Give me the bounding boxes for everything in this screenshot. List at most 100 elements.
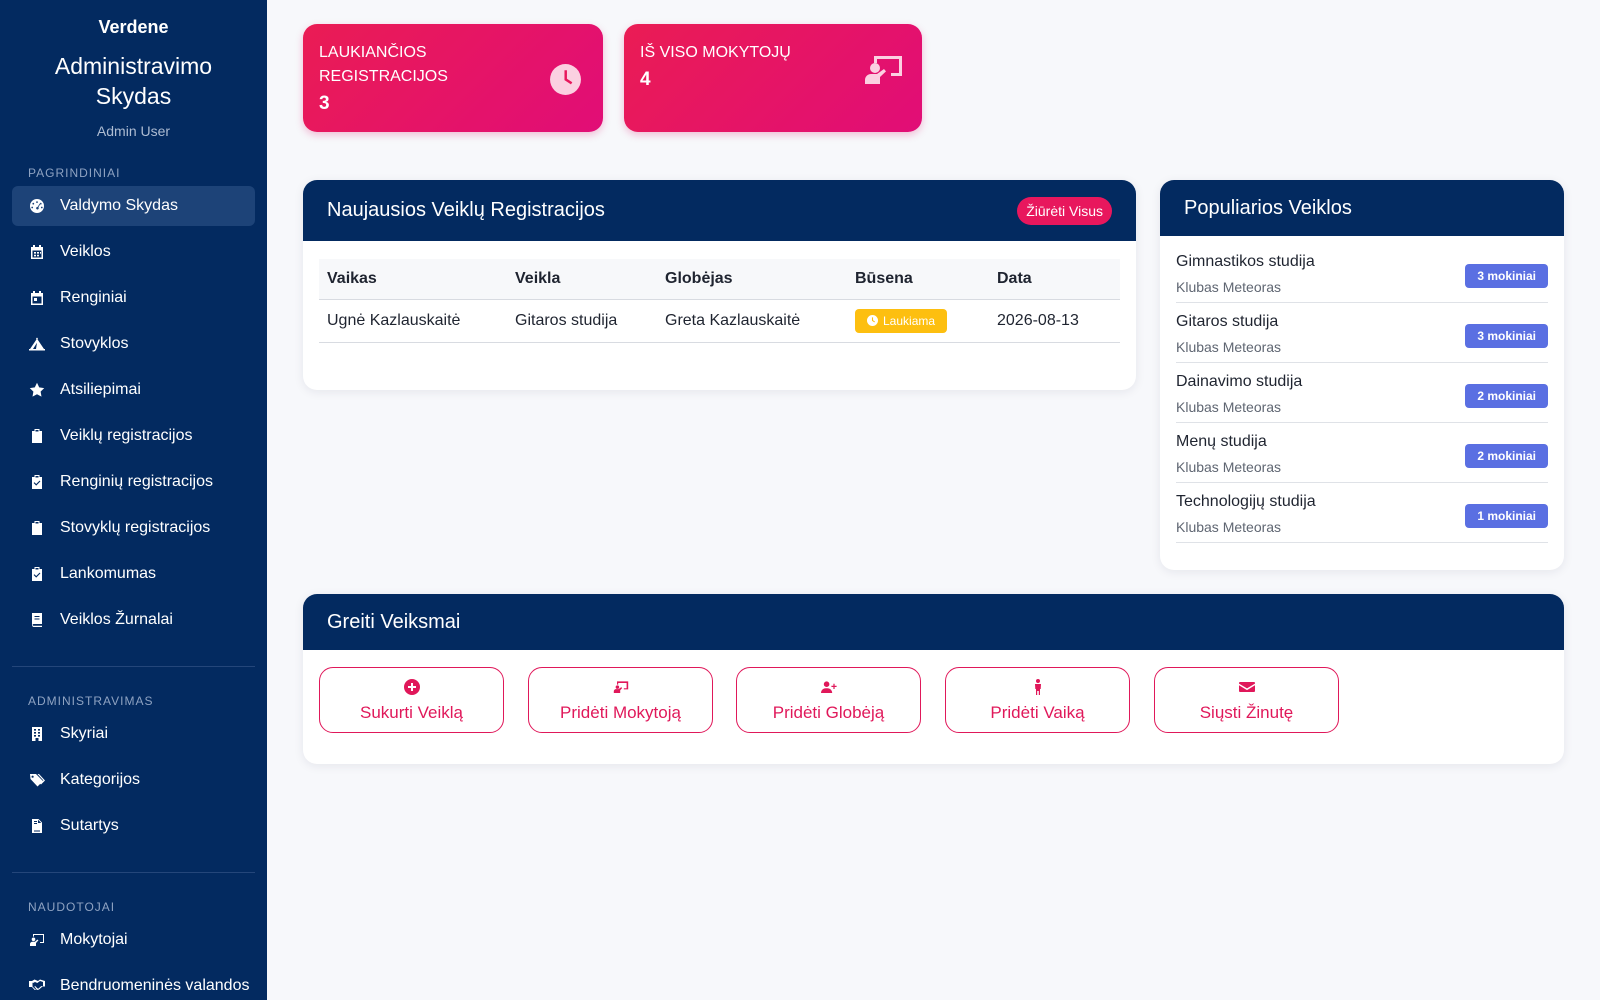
clock-icon (867, 315, 878, 326)
quick-actions-panel: Greiti Veiksmai Sukurti Veiklą Pridėti M… (303, 594, 1564, 764)
plus-circle-icon (320, 679, 503, 695)
chalkboard-teacher-icon (28, 931, 46, 949)
view-all-button[interactable]: Žiūrėti Visus (1017, 196, 1112, 225)
cell-activity: Gitaros studija (507, 299, 657, 343)
stat-label: IŠ VISO MOKYTOJŲ (640, 44, 791, 61)
sidebar-item-activity-registrations[interactable]: Veiklų registracijos (12, 416, 255, 456)
student-count-badge: 2 mokiniai (1465, 384, 1548, 408)
sidebar-item-camp-registrations[interactable]: Stovyklų registracijos (12, 508, 255, 548)
dashboard-icon (28, 197, 46, 215)
status-text: Laukiama (883, 313, 936, 328)
action-label: Pridėti Mokytoją (560, 703, 681, 722)
popular-list: Gimnastikos studija Klubas Meteoras 3 mo… (1160, 236, 1564, 543)
list-item[interactable]: Menų studija Klubas Meteoras 2 mokiniai (1176, 423, 1548, 483)
section-label-users: NAUDOTOJAI (28, 900, 116, 914)
list-item[interactable]: Gitaros studija Klubas Meteoras 3 mokini… (1176, 303, 1548, 363)
chalkboard-teacher-icon (529, 679, 712, 695)
sidebar-item-activities[interactable]: Veiklos (12, 232, 255, 272)
file-contract-icon (28, 817, 46, 835)
column-header-activity: Veikla (507, 259, 657, 300)
sidebar-item-label: Veiklos (60, 243, 111, 260)
section-label-admin: ADMINISTRAVIMAS (28, 694, 154, 708)
action-label: Siųsti Žinutę (1199, 703, 1294, 722)
panel-header: Greiti Veiksmai (303, 594, 1564, 650)
panel-title: Populiarios Veiklos (1184, 196, 1352, 219)
sidebar-item-attendance[interactable]: Lankomumas (12, 554, 255, 594)
clipboard-check-icon (28, 565, 46, 583)
sidebar-divider (12, 872, 255, 873)
sidebar-divider (12, 666, 255, 667)
sidebar-item-teachers[interactable]: Mokytojai (12, 920, 255, 960)
sidebar-item-dashboard[interactable]: Valdymo Skydas (12, 186, 255, 226)
activity-name: Dainavimo studija (1176, 373, 1303, 390)
popular-activities-panel: Populiarios Veiklos Gimnastikos studija … (1160, 180, 1564, 570)
club-name: Klubas Meteoras (1176, 459, 1282, 475)
sidebar-item-event-registrations[interactable]: Renginių registracijos (12, 462, 255, 502)
sidebar-item-label: Stovyklos (60, 335, 129, 352)
status-badge: Laukiama (855, 308, 948, 333)
list-item[interactable]: Gimnastikos studija Klubas Meteoras 3 mo… (1176, 243, 1548, 303)
create-activity-button[interactable]: Sukurti Veiklą (319, 667, 504, 733)
add-teacher-button[interactable]: Pridėti Mokytoją (528, 667, 713, 733)
club-name: Klubas Meteoras (1176, 279, 1282, 295)
user-plus-icon (737, 679, 920, 695)
sidebar-item-label: Kategorijos (60, 771, 141, 788)
activity-name: Menų studija (1176, 433, 1267, 450)
action-label: Pridėti Globėją (772, 703, 885, 722)
action-label: Sukurti Veiklą (360, 703, 463, 722)
brand-name: Verdene (98, 17, 169, 37)
clipboard-list-icon (28, 519, 46, 537)
club-name: Klubas Meteoras (1176, 519, 1282, 535)
star-icon (28, 381, 46, 399)
sidebar-item-label: Valdymo Skydas (60, 197, 178, 214)
list-item[interactable]: Dainavimo studija Klubas Meteoras 2 moki… (1176, 363, 1548, 423)
column-header-child: Vaikas (319, 259, 507, 300)
sidebar-item-reviews[interactable]: Atsiliepimai (12, 370, 255, 410)
cell-guardian: Greta Kazlauskaitė (657, 299, 847, 343)
club-name: Klubas Meteoras (1176, 399, 1282, 415)
sidebar-item-label: Veiklos Žurnalai (60, 611, 173, 628)
section-label-main: PAGRINDINIAI (28, 166, 121, 180)
column-header-date: Data (989, 259, 1120, 300)
stat-card-total-teachers: IŠ VISO MOKYTOJŲ 4 (624, 24, 922, 132)
activity-name: Gimnastikos studija (1176, 253, 1315, 270)
sidebar: Verdene Administravimo Skydas Admin User… (0, 0, 267, 1000)
table-header-row: Vaikas Veikla Globėjas Būsena Data (319, 259, 1120, 300)
envelope-icon (1155, 679, 1338, 695)
sidebar-item-label: Lankomumas (60, 565, 157, 582)
stat-label: LAUKIANČIOS REGISTRACIJOS (319, 44, 448, 85)
add-guardian-button[interactable]: Pridėti Globėją (736, 667, 921, 733)
cell-status: Laukiama (847, 299, 989, 343)
sidebar-item-label: Bendruomeninės valandos (60, 977, 250, 994)
sidebar-item-label: Renginių registracijos (60, 473, 213, 490)
column-header-guardian: Globėjas (657, 259, 847, 300)
sidebar-item-label: Atsiliepimai (60, 381, 141, 398)
panel-header: Naujausios Veiklų Registracijos Žiūrėti … (303, 180, 1136, 241)
add-child-button[interactable]: Pridėti Vaiką (945, 667, 1130, 733)
sidebar-item-departments[interactable]: Skyriai (12, 714, 255, 754)
activity-name: Technologijų studija (1176, 493, 1316, 510)
current-user: Admin User (96, 123, 171, 139)
student-count-badge: 3 mokiniai (1465, 324, 1548, 348)
list-item[interactable]: Technologijų studija Klubas Meteoras 1 m… (1176, 483, 1548, 543)
calendar-icon (28, 243, 46, 261)
sidebar-item-categories[interactable]: Kategorijos (12, 760, 255, 800)
sidebar-title: Administravimo Skydas (54, 53, 213, 109)
panel-header: Populiarios Veiklos (1160, 180, 1564, 236)
action-label: Pridėti Vaiką (990, 703, 1085, 722)
sidebar-item-label: Renginiai (60, 289, 127, 306)
building-icon (28, 725, 46, 743)
sidebar-item-community-hours[interactable]: Bendruomeninės valandos (12, 966, 255, 1000)
sidebar-item-camps[interactable]: Stovyklos (12, 324, 255, 364)
table-row[interactable]: Ugnė Kazlauskaitė Gitaros studija Greta … (319, 299, 1120, 343)
sidebar-item-activity-logs[interactable]: Veiklos Žurnalai (12, 600, 255, 640)
clipboard-check-icon (28, 473, 46, 491)
stat-value: 4 (640, 69, 651, 90)
club-name: Klubas Meteoras (1176, 339, 1282, 355)
column-header-status: Būsena (847, 259, 989, 300)
send-message-button[interactable]: Siųsti Žinutę (1154, 667, 1339, 733)
table-wrap: Vaikas Veikla Globėjas Būsena Data Ugnė … (303, 241, 1136, 343)
child-icon (946, 679, 1129, 695)
sidebar-item-contracts[interactable]: Sutartys (12, 806, 255, 846)
sidebar-item-events[interactable]: Renginiai (12, 278, 255, 318)
